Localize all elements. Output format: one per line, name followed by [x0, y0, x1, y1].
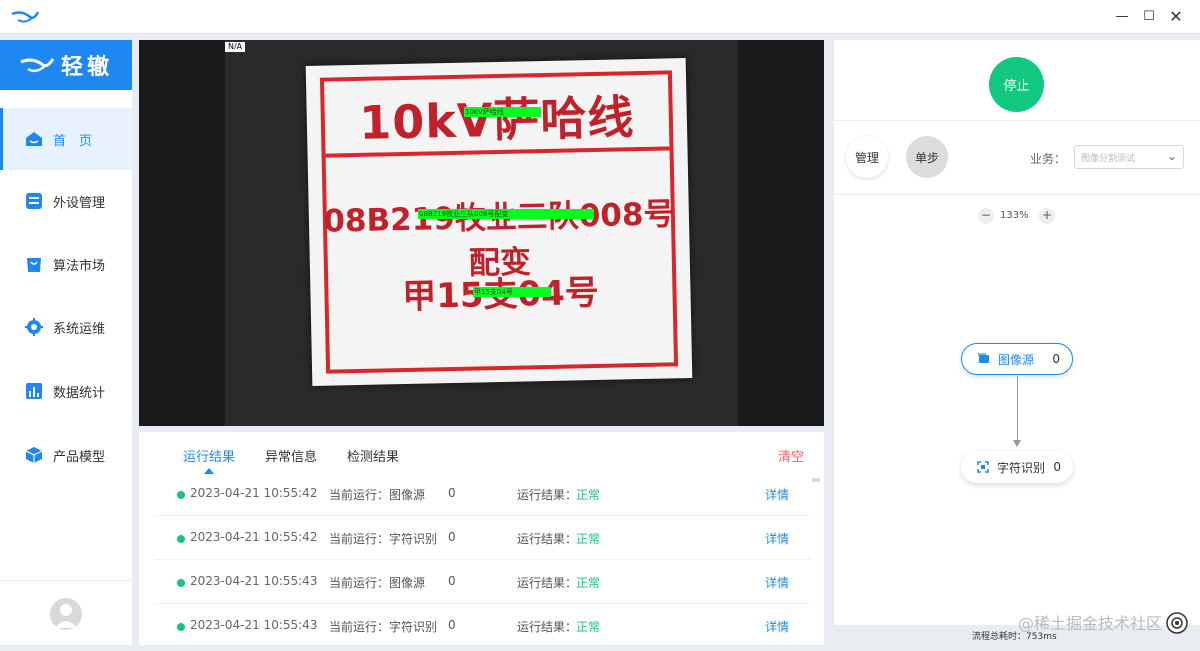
- sidebar-item-label: 数据统计: [53, 385, 106, 401]
- ocr-box-2: 08B219牧业三队008号配变: [418, 209, 594, 219]
- row-result: 正常: [576, 532, 601, 546]
- sidebar-item-label: 外设管理: [53, 195, 106, 211]
- image-icon: [978, 353, 989, 363]
- flow-panel: 停止 管理 单步 业务： 图像分割测试 ⌄ − 133% + 图像源 0 字符识…: [834, 40, 1200, 645]
- flow-node-image-source[interactable]: 图像源 0: [961, 343, 1073, 375]
- row-num: 0: [448, 618, 456, 632]
- sidebar-item-label: 算法市场: [53, 258, 106, 274]
- node-count: 0: [1052, 352, 1060, 366]
- detail-link[interactable]: 详情: [765, 530, 789, 547]
- node-label: 图像源: [998, 352, 1035, 367]
- maximize-button[interactable]: ☐: [1139, 7, 1159, 27]
- row-num: 0: [448, 574, 456, 588]
- detail-link[interactable]: 详情: [765, 486, 789, 503]
- device-icon: [24, 191, 44, 211]
- sidebar-item-ops[interactable]: 系统运维: [0, 296, 132, 358]
- fps-label: N/A: [225, 42, 246, 52]
- ocr-box-3: 甲15支04号: [473, 287, 551, 297]
- results-panel: 运行结果 异常信息 检测结果 清空 2023-04-21 10:55:42 当前…: [139, 432, 824, 645]
- status-dot: [177, 491, 185, 499]
- sidebar-item-label: 系统运维: [53, 321, 106, 337]
- row-time: 2023-04-21 10:55:42: [190, 486, 318, 500]
- tab-run-results[interactable]: 运行结果: [183, 446, 235, 474]
- market-icon: [24, 254, 44, 274]
- zoom-in-button[interactable]: +: [1039, 208, 1055, 224]
- sidebar-item-label: 首 页: [53, 133, 93, 149]
- node-count: 0: [1053, 460, 1061, 474]
- flow-node-ocr[interactable]: 字符识别 0: [961, 451, 1073, 483]
- tab-detections[interactable]: 检测结果: [347, 446, 399, 465]
- sidebar-item-label: 产品模型: [53, 449, 106, 465]
- detail-link[interactable]: 详情: [765, 574, 789, 591]
- row-time: 2023-04-21 10:55:43: [190, 618, 318, 632]
- zoom-level: 133%: [1000, 210, 1029, 221]
- flow-arrow-icon: [1013, 440, 1021, 447]
- avatar[interactable]: [50, 598, 82, 630]
- table-row: 2023-04-21 10:55:42 当前运行：字符识别 0 运行结果： 正常…: [155, 516, 811, 560]
- status-dot: [177, 579, 185, 587]
- ocr-box-1: 10kV萨哈线: [464, 107, 541, 117]
- row-current: 当前运行：图像源: [329, 488, 426, 502]
- row-current: 当前运行：字符识别: [329, 532, 438, 546]
- sidebar: 轻辙 首 页 外设管理 算法市场 系统运维 数据统计 产品模型: [0, 40, 132, 645]
- row-result-label: 运行结果：: [517, 620, 578, 634]
- sidebar-divider: [0, 580, 132, 581]
- cube-icon: [24, 445, 44, 465]
- brand-name: 轻辙: [60, 55, 113, 80]
- stop-button[interactable]: 停止: [989, 57, 1044, 112]
- business-select[interactable]: 图像分割测试 ⌄: [1074, 145, 1184, 169]
- status-dot: [177, 623, 185, 631]
- sidebar-item-models[interactable]: 产品模型: [0, 424, 132, 486]
- panel-divider: [834, 120, 1200, 121]
- row-result-label: 运行结果：: [517, 532, 578, 546]
- zoom-out-button[interactable]: −: [978, 208, 994, 224]
- row-current: 当前运行：图像源: [329, 576, 426, 590]
- clear-button[interactable]: 清空: [778, 446, 804, 465]
- business-select-value: 图像分割测试: [1081, 154, 1136, 164]
- app-logo-icon: [11, 11, 40, 23]
- detail-link[interactable]: 详情: [765, 618, 789, 635]
- row-result-label: 运行结果：: [517, 488, 578, 502]
- brand-header: 轻辙: [0, 40, 132, 90]
- business-label: 业务：: [1030, 152, 1067, 166]
- sidebar-item-home[interactable]: 首 页: [0, 108, 132, 170]
- gear-icon: [24, 317, 44, 337]
- brand-logo-icon: [20, 58, 55, 73]
- row-time: 2023-04-21 10:55:42: [190, 530, 318, 544]
- row-result-label: 运行结果：: [517, 576, 578, 590]
- minimize-button[interactable]: —: [1112, 7, 1132, 27]
- result-tabs: 运行结果 异常信息 检测结果: [183, 446, 429, 474]
- sign-text-line1: 10kV萨哈线: [358, 90, 636, 150]
- scrollbar[interactable]: [812, 478, 820, 482]
- row-time: 2023-04-21 10:55:43: [190, 574, 318, 588]
- sidebar-item-market[interactable]: 算法市场: [0, 233, 132, 295]
- panel-divider: [834, 194, 1200, 195]
- table-row: 2023-04-21 10:55:43 当前运行：图像源 0 运行结果： 正常 …: [155, 560, 811, 604]
- sidebar-item-devices[interactable]: 外设管理: [0, 170, 132, 232]
- row-num: 0: [448, 530, 456, 544]
- ocr-icon: [977, 461, 989, 473]
- chart-icon: [24, 381, 44, 401]
- chevron-down-icon: ⌄: [1166, 149, 1177, 163]
- title-bar: — ☐ ✕: [0, 0, 1200, 34]
- row-result: 正常: [576, 620, 601, 634]
- table-row: 2023-04-21 10:55:43 当前运行：字符识别 0 运行结果： 正常…: [155, 604, 811, 648]
- node-label: 字符识别: [997, 460, 1046, 475]
- row-current: 当前运行：字符识别: [329, 620, 438, 634]
- flow-connector: [1017, 376, 1018, 442]
- manage-button[interactable]: 管理: [846, 136, 888, 178]
- step-button[interactable]: 单步: [906, 136, 948, 178]
- row-result: 正常: [576, 488, 601, 502]
- sidebar-item-stats[interactable]: 数据统计: [0, 360, 132, 422]
- watermark: @稀土掘金技术社区: [1018, 614, 1163, 633]
- row-num: 0: [448, 486, 456, 500]
- table-row: 2023-04-21 10:55:42 当前运行：图像源 0 运行结果： 正常 …: [155, 472, 811, 516]
- image-viewer[interactable]: N/A 10kV萨哈线 08B219牧业三队008号配变 甲15支04号 10k…: [139, 40, 824, 426]
- home-icon: [24, 129, 44, 149]
- locate-icon[interactable]: [1166, 612, 1188, 634]
- tab-exceptions[interactable]: 异常信息: [265, 446, 317, 465]
- row-result: 正常: [576, 576, 601, 590]
- status-dot: [177, 535, 185, 543]
- close-button[interactable]: ✕: [1166, 7, 1186, 27]
